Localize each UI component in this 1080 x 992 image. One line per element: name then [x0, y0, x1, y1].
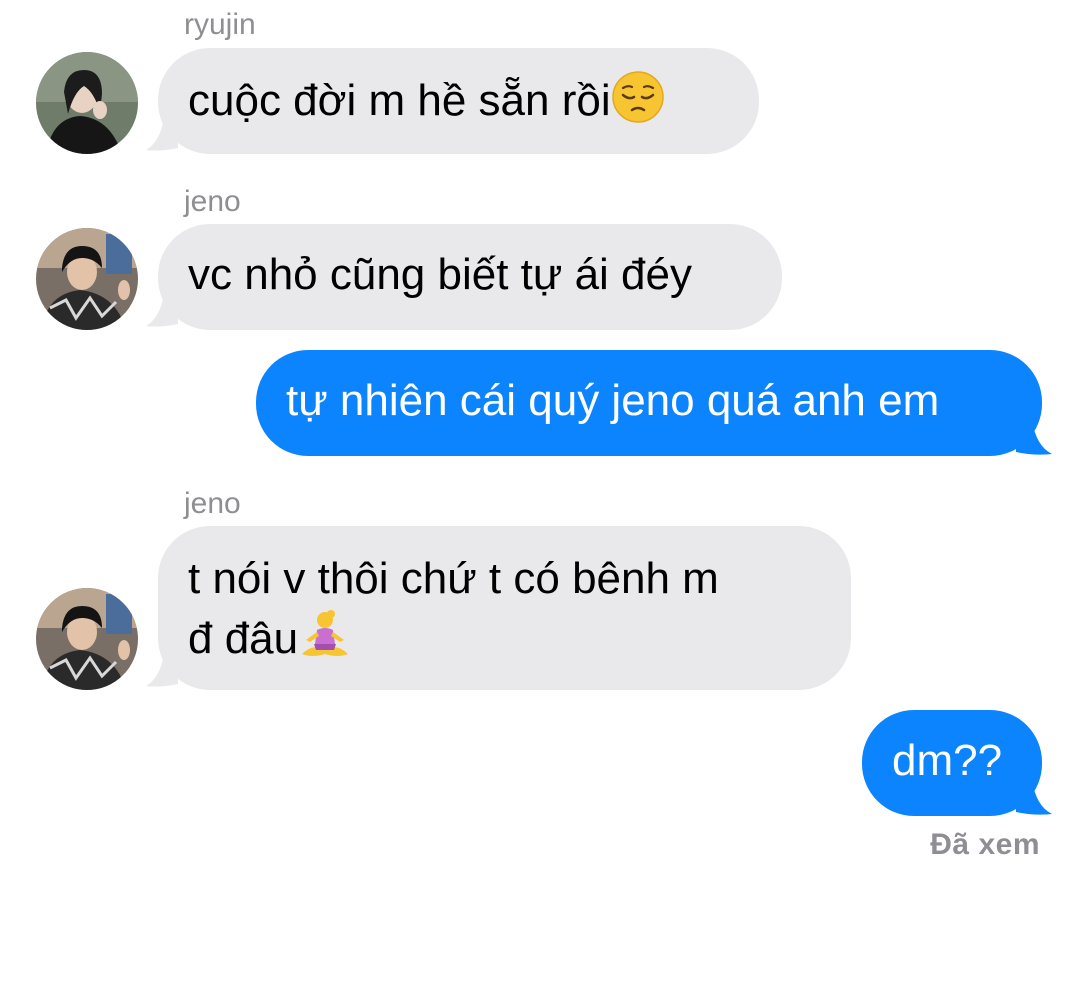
avatar-ryujin[interactable] [36, 52, 138, 154]
read-receipt: Đã xem [930, 828, 1040, 861]
message-bubble-outgoing[interactable]: dm?? [862, 710, 1042, 816]
message-bubble-incoming[interactable]: cuộc đời m hề sẵn rồi [158, 48, 759, 154]
message-text: cuộc đời m hề sẵn rồi [188, 76, 611, 125]
avatar-photo-icon [36, 588, 138, 690]
message-text-line: đ đâu [188, 608, 821, 668]
avatar-jeno[interactable] [36, 588, 138, 690]
avatar-photo-icon [36, 52, 138, 154]
person-in-lotus-position-icon [302, 610, 349, 656]
sender-name-jeno: jeno [184, 185, 241, 218]
message-bubble-incoming[interactable]: vc nhỏ cũng biết tự ái đéy [158, 224, 782, 330]
message-text: tự nhiên cái quý jeno quá anh em [286, 376, 940, 425]
message-bubble-incoming[interactable]: t nói v thôi chứ t có bênh m đ đâu [158, 526, 851, 690]
pensive-face-icon [611, 71, 664, 123]
message-text: dm?? [892, 736, 1003, 785]
sender-name-jeno: jeno [184, 487, 241, 520]
avatar-jeno[interactable] [36, 228, 138, 330]
message-thread: ryujin cuộc đời m hề sẵn rồi jeno vc nhỏ… [0, 0, 1080, 992]
message-text: vc nhỏ cũng biết tự ái đéy [188, 250, 692, 299]
sender-name-ryujin: ryujin [184, 8, 256, 41]
message-text-line: t nói v thôi chứ t có bênh m [188, 554, 719, 603]
message-text: đ đâu [188, 614, 299, 663]
avatar-photo-icon [36, 228, 138, 330]
message-bubble-outgoing[interactable]: tự nhiên cái quý jeno quá anh em [256, 350, 1042, 456]
